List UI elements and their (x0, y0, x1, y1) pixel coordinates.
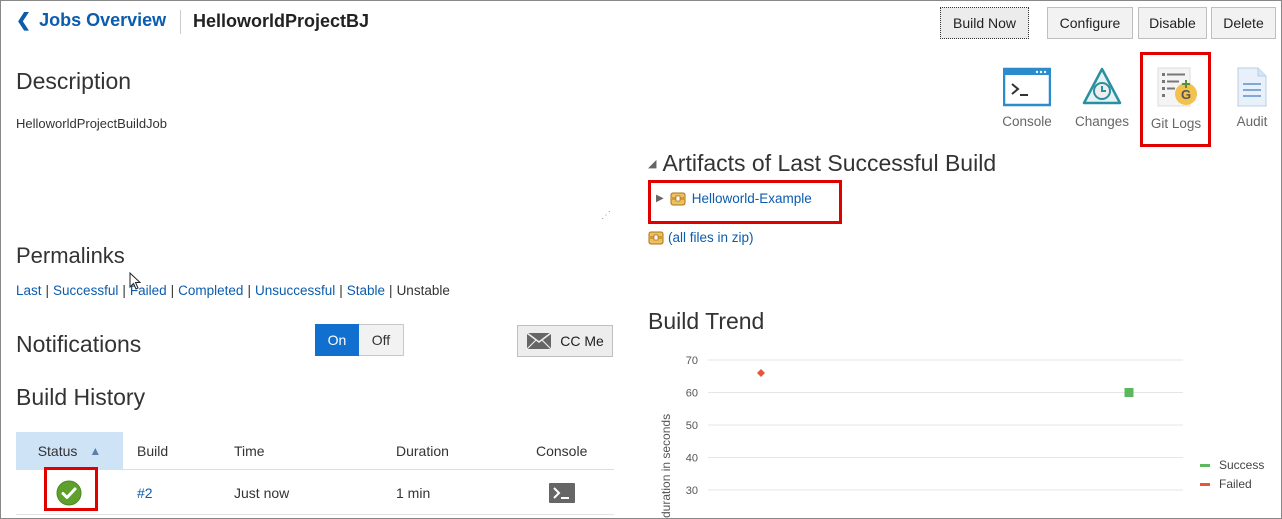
archive-zip-icon (648, 231, 664, 244)
disable-button[interactable]: Disable (1138, 7, 1207, 39)
audit-tool[interactable]: Audit (1222, 66, 1282, 129)
resize-grip-icon[interactable]: ⋰ (601, 210, 611, 221)
description-text: HelloworldProjectBuildJob (16, 116, 168, 131)
build-trend-heading: Build Trend (648, 308, 765, 334)
permalinks-heading: Permalinks (16, 243, 125, 268)
notifications-off-button[interactable]: Off (359, 324, 404, 356)
y-tick-label: 60 (686, 388, 698, 400)
column-console[interactable]: Console (536, 432, 587, 470)
table-row: #2 Just now 1 min (16, 471, 614, 515)
audit-document-icon (1237, 67, 1267, 107)
column-build[interactable]: Build (137, 432, 168, 470)
artifacts-section-header[interactable]: ◢ Artifacts of Last Successful Build (648, 150, 996, 177)
column-duration[interactable]: Duration (396, 432, 449, 470)
notifications-heading: Notifications (16, 331, 142, 357)
audit-tool-label: Audit (1236, 114, 1268, 129)
sort-ascending-icon: ▲ (89, 444, 102, 458)
changes-clock-icon (1082, 67, 1122, 105)
permalink-last[interactable]: Last (16, 283, 42, 298)
highlight-artifact-box (648, 180, 842, 224)
y-tick-label: 70 (686, 355, 698, 367)
permalink-unsuccessful[interactable]: Unsuccessful (255, 283, 335, 298)
mouse-cursor-icon (129, 271, 142, 295)
failed-point (757, 369, 765, 377)
console-tool[interactable]: Console (997, 66, 1057, 129)
back-label: Jobs Overview (39, 10, 167, 30)
legend-swatch (1200, 483, 1210, 486)
notifications-on-button[interactable]: On (315, 324, 359, 356)
build-duration: 1 min (396, 485, 431, 501)
y-axis-label: duration in seconds (659, 414, 673, 518)
cc-me-button[interactable]: CC Me (517, 325, 613, 357)
description-heading: Description (16, 68, 132, 94)
envelope-icon (526, 332, 552, 350)
highlight-git-logs-box (1140, 52, 1211, 147)
console-window-icon (1003, 67, 1051, 107)
legend-swatch (1200, 464, 1210, 467)
collapse-triangle-icon: ◢ (648, 158, 657, 170)
all-files-zip: (all files in zip) (648, 230, 754, 245)
build-now-button[interactable]: Build Now (940, 7, 1029, 39)
highlight-status-box (44, 467, 98, 511)
permalink-unstable: Unstable (396, 283, 450, 298)
y-tick-label: 30 (686, 485, 698, 497)
permalink-successful[interactable]: Successful (53, 283, 118, 298)
header-divider (180, 10, 181, 34)
build-number-link[interactable]: #2 (137, 471, 153, 515)
success-point (1124, 388, 1134, 397)
build-trend-chart: 70 60 50 40 30 duration in seconds Success Fail… (659, 355, 1264, 518)
project-title: HelloworldProjectBJ (193, 11, 370, 31)
changes-tool-label: Changes (1074, 114, 1130, 129)
jobs-overview-link[interactable]: ❮ Jobs Overview (16, 10, 166, 31)
build-history-header: Status ▲ Build Time Duration Console (16, 432, 614, 470)
cc-me-label: CC Me (560, 333, 604, 349)
permalinks-list: Last | Successful | Failed | Completed | Unsucce… (16, 283, 450, 298)
permalink-stable[interactable]: Stable (347, 283, 385, 298)
build-time: Just now (234, 485, 290, 501)
console-icon[interactable] (549, 471, 575, 515)
console-tool-label: Console (1002, 114, 1052, 129)
notifications-toggle: On Off (315, 324, 404, 356)
artifacts-heading: Artifacts of Last Successful Build (662, 150, 997, 176)
delete-button[interactable]: Delete (1211, 7, 1276, 39)
changes-tool[interactable]: Changes (1072, 66, 1132, 129)
y-tick-label: 50 (686, 420, 698, 432)
y-tick-label: 40 (686, 453, 698, 465)
column-status-label: Status (37, 443, 78, 459)
legend-label: Failed (1219, 477, 1252, 491)
all-files-zip-link[interactable]: (all files in zip) (668, 230, 754, 245)
chevron-left-icon: ❮ (16, 10, 32, 30)
configure-button[interactable]: Configure (1047, 7, 1133, 39)
legend-label: Success (1219, 458, 1264, 472)
permalink-completed[interactable]: Completed (178, 283, 243, 298)
build-history-heading: Build History (16, 384, 146, 410)
column-status[interactable]: Status ▲ (16, 432, 123, 470)
column-time[interactable]: Time (234, 432, 265, 470)
